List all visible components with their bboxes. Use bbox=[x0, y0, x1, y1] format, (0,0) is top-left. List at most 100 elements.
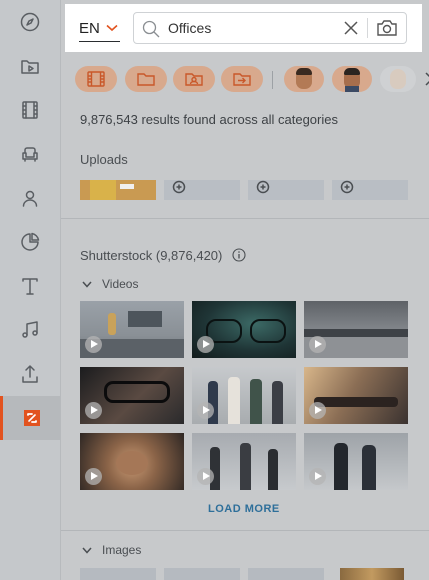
chevron-down-icon bbox=[106, 24, 118, 32]
avatar[interactable] bbox=[380, 66, 416, 92]
upload-thumbnail[interactable] bbox=[332, 180, 408, 200]
avatar-hair bbox=[296, 68, 312, 75]
import-icon bbox=[233, 73, 251, 86]
sidebar-item-brand[interactable] bbox=[0, 396, 60, 440]
shutterstock-title-text: Shutterstock (9,876,420) bbox=[80, 248, 223, 263]
sidebar-item-elements[interactable] bbox=[0, 132, 60, 176]
results-count: 9,876,543 results found across all categ… bbox=[80, 112, 338, 127]
video-thumbnail[interactable] bbox=[192, 367, 296, 424]
chevron-down-icon bbox=[82, 547, 92, 554]
thumbnail-screen bbox=[128, 311, 162, 327]
images-label: Images bbox=[102, 543, 142, 557]
avatar-shirt bbox=[345, 86, 359, 92]
thumbnail-person bbox=[240, 443, 251, 490]
upload-thumbnail[interactable] bbox=[164, 180, 240, 200]
play-icon bbox=[197, 336, 214, 353]
filter-chip-folders[interactable] bbox=[125, 66, 167, 92]
section-divider bbox=[61, 218, 429, 219]
search-icon bbox=[142, 20, 160, 38]
video-thumbnail[interactable] bbox=[304, 433, 408, 490]
play-icon bbox=[85, 402, 102, 419]
play-icon bbox=[85, 468, 102, 485]
chevron-right-icon[interactable] bbox=[424, 72, 429, 86]
camera-icon[interactable] bbox=[376, 19, 398, 37]
avatar[interactable] bbox=[332, 66, 372, 92]
sidebar-item-videos[interactable] bbox=[0, 88, 60, 132]
thumbnail-person bbox=[210, 447, 220, 490]
sidebar-item-explore[interactable] bbox=[0, 0, 60, 44]
play-icon bbox=[197, 402, 214, 419]
person-icon bbox=[22, 190, 38, 207]
avatar-hair bbox=[344, 68, 360, 75]
image-thumbnail[interactable] bbox=[248, 568, 324, 580]
sidebar-item-text[interactable] bbox=[0, 264, 60, 308]
sidebar-item-music[interactable] bbox=[0, 308, 60, 352]
armchair-icon bbox=[22, 147, 38, 162]
load-more-button[interactable]: LOAD MORE bbox=[208, 503, 280, 515]
upload-thumbnail[interactable] bbox=[248, 180, 324, 200]
image-thumbnail[interactable] bbox=[80, 568, 156, 580]
search-bar: EN bbox=[65, 4, 422, 52]
filter-row bbox=[75, 66, 429, 94]
close-icon[interactable] bbox=[343, 20, 359, 36]
film-icon bbox=[22, 101, 38, 119]
image-thumbnail[interactable] bbox=[164, 568, 240, 580]
video-thumbnail[interactable] bbox=[304, 367, 408, 424]
chevron-down-icon bbox=[82, 281, 92, 288]
upload-icon bbox=[22, 365, 38, 383]
video-thumbnail[interactable] bbox=[80, 301, 184, 358]
images-toggle[interactable]: Images bbox=[82, 543, 141, 557]
video-thumbnail[interactable] bbox=[80, 367, 184, 424]
language-label: EN bbox=[79, 19, 100, 37]
thumbnail-figure bbox=[108, 313, 116, 335]
play-icon bbox=[85, 336, 102, 353]
brand-logo-icon bbox=[23, 410, 40, 426]
filter-divider bbox=[272, 71, 273, 89]
film-icon bbox=[87, 71, 105, 87]
sidebar-item-charts[interactable] bbox=[0, 220, 60, 264]
avatar[interactable] bbox=[284, 66, 324, 92]
video-thumbnail[interactable] bbox=[304, 301, 408, 358]
video-thumbnail[interactable] bbox=[80, 433, 184, 490]
thumbnail-glasses bbox=[104, 381, 170, 403]
thumbnail-person bbox=[250, 379, 262, 424]
play-icon bbox=[197, 468, 214, 485]
sidebar-item-characters[interactable] bbox=[0, 176, 60, 220]
text-icon bbox=[22, 278, 38, 295]
thumbnail-person bbox=[362, 445, 376, 490]
sidebar-item-upload[interactable] bbox=[0, 352, 60, 396]
thumbnail-lens bbox=[250, 319, 286, 343]
search-input[interactable] bbox=[168, 18, 328, 38]
play-icon bbox=[309, 336, 326, 353]
uploads-row bbox=[80, 180, 410, 200]
thumbnail-text bbox=[120, 184, 134, 189]
image-folder-icon bbox=[185, 73, 203, 86]
filter-chip-videos[interactable] bbox=[75, 66, 117, 92]
shutterstock-title: Shutterstock (9,876,420) bbox=[80, 248, 246, 263]
image-thumbnail[interactable] bbox=[340, 568, 404, 580]
compass-icon bbox=[20, 12, 40, 32]
thumbnail-person bbox=[272, 381, 283, 424]
thumbnail-person bbox=[334, 443, 348, 490]
upload-thumbnail[interactable] bbox=[80, 180, 156, 200]
main-panel: EN Offices 9,876,543 results found acros… bbox=[61, 0, 429, 580]
video-thumbnail[interactable] bbox=[192, 301, 296, 358]
play-icon bbox=[309, 402, 326, 419]
video-thumbnail[interactable] bbox=[192, 433, 296, 490]
music-note-icon bbox=[22, 321, 38, 338]
section-divider bbox=[61, 530, 429, 531]
videos-toggle[interactable]: Videos bbox=[82, 277, 138, 291]
zoom-in-icon bbox=[172, 180, 186, 194]
info-icon[interactable] bbox=[232, 248, 246, 262]
language-select[interactable]: EN bbox=[79, 15, 120, 42]
thumbnail-person bbox=[268, 449, 278, 490]
videos-label: Videos bbox=[102, 277, 139, 291]
uploads-title: Uploads bbox=[80, 152, 128, 167]
sidebar-item-media[interactable] bbox=[0, 44, 60, 88]
filter-chip-images[interactable] bbox=[173, 66, 215, 92]
zoom-in-icon bbox=[256, 180, 270, 194]
play-icon bbox=[309, 468, 326, 485]
filter-chip-imports[interactable] bbox=[221, 66, 263, 92]
folder-icon bbox=[137, 73, 155, 86]
thumbnail-hands bbox=[116, 451, 148, 475]
